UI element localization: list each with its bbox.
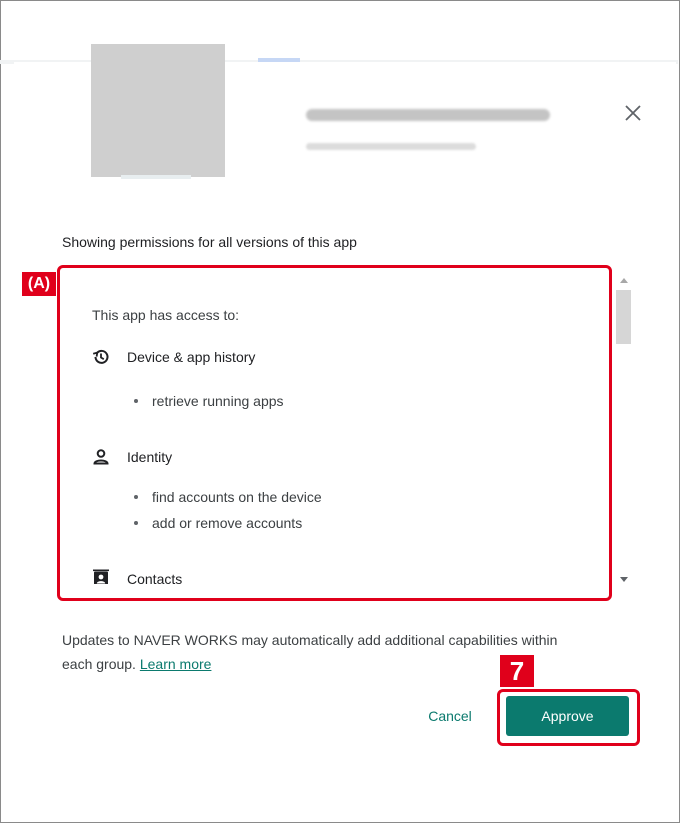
learn-more-link[interactable]: Learn more: [140, 656, 212, 672]
scrollbar-thumb[interactable]: [616, 290, 631, 344]
step-number-badge: 7: [500, 655, 534, 687]
app-subtitle-redacted: [306, 143, 476, 150]
updates-text: Updates to NAVER WORKS may automatically…: [62, 632, 558, 672]
close-icon: [625, 105, 641, 121]
app-icon: [91, 44, 225, 179]
annotation-box-a: [57, 265, 612, 601]
scroll-up-arrow-icon[interactable]: [620, 278, 628, 283]
permissions-scrollbar[interactable]: [616, 268, 632, 586]
app-title-redacted: [306, 109, 550, 121]
showing-permissions-text: Showing permissions for all versions of …: [62, 234, 357, 250]
close-button[interactable]: [619, 99, 647, 127]
cancel-button[interactable]: Cancel: [412, 698, 488, 734]
scroll-down-arrow-icon[interactable]: [620, 577, 628, 582]
annotation-box-approve: [497, 689, 640, 746]
annotation-label-a: (A): [22, 272, 56, 296]
